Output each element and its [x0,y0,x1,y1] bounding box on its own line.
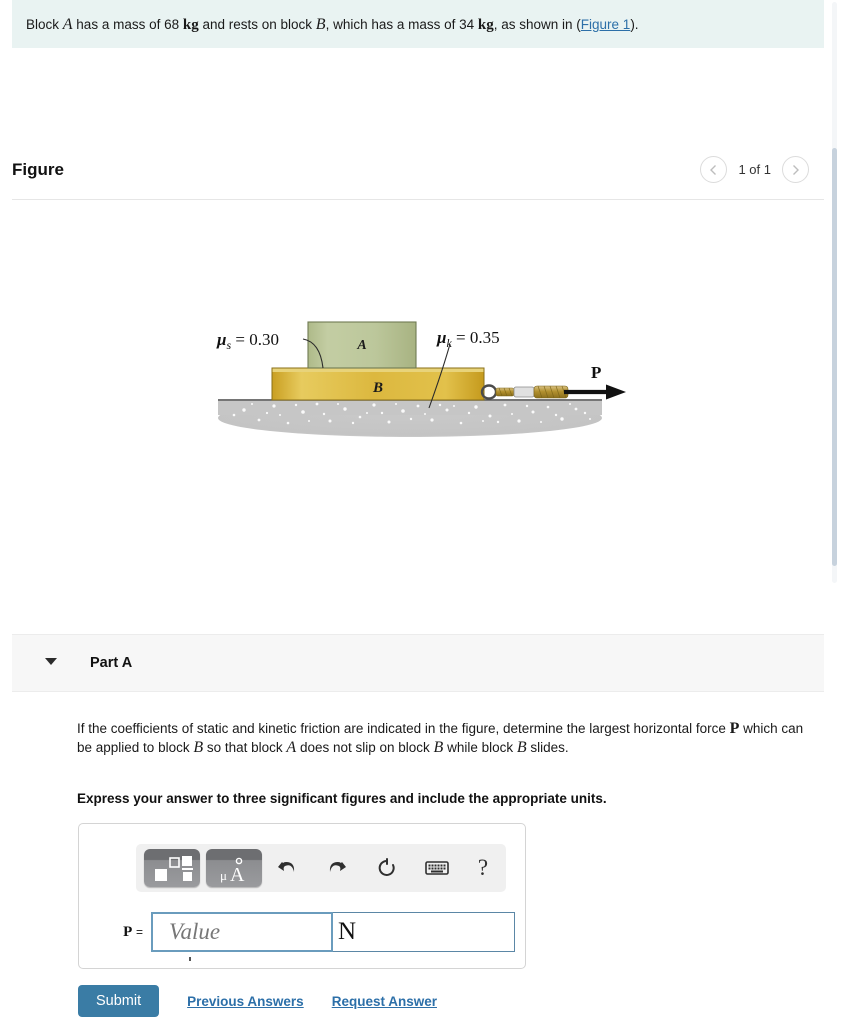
help-question-icon[interactable]: ? [468,854,498,882]
ground-gravel [218,399,602,437]
chevron-left-icon [710,164,717,175]
statement-seg-6: ). [630,17,639,32]
statement-seg-4: , which has a mass of 34 [325,17,478,32]
svg-text:A: A [230,864,245,886]
request-answer-link[interactable]: Request Answer [332,994,437,1009]
statement-seg-2: has a mass of 68 [72,17,183,32]
statement-unit-kg-2: kg [477,17,494,33]
question-seg-1: If the coefficients of static and kineti… [77,721,730,736]
math-template-glyph [155,856,193,881]
statement-seg-5: , as shown in ( [493,17,581,32]
keyboard-glyph [425,861,449,875]
math-template-icon[interactable] [144,849,200,887]
units-glyph: μ A [220,857,245,886]
undo-glyph [278,862,295,872]
text-caret [189,957,191,961]
rope-and-force-arrow [480,384,626,400]
question-var-b1: B [193,739,204,756]
keyboard-icon[interactable] [422,854,452,882]
mu-s-label: μs = 0.30 [216,330,279,352]
figure-title: Figure [12,160,64,179]
answer-unit-text: N [338,918,357,945]
statement-seg-3: and rests on block [198,17,316,32]
reset-icon[interactable] [372,854,402,882]
answer-equals-sign: = [135,924,143,939]
figure-next-button[interactable] [782,156,809,183]
figure-page-count: 1 of 1 [738,162,771,177]
block-a-label: A [356,338,366,353]
statement-var-a: A [62,16,73,33]
figure-diagram-area: B A μs = 0.30 μk = 0.35 P [12,200,824,600]
question-var-b2: B [433,739,444,756]
caret-down-icon[interactable] [45,658,57,665]
problem-statement-panel: Block A has a mass of 68 kg and rests on… [12,0,824,48]
answer-variable-label: P = [95,924,151,941]
question-seg-3: so that block [203,740,287,755]
redo-glyph [329,862,346,872]
question-seg-6: slides. [526,740,569,755]
svg-text:μ: μ [220,868,227,883]
part-a-header[interactable]: Part A [12,634,824,692]
answer-entry-panel: μ A ? P = Value N [78,823,526,969]
units-icon[interactable]: μ A [206,849,262,887]
problem-statement-text: Block A has a mass of 68 kg and rests on… [26,16,639,34]
answer-format-instruction: Express your answer to three significant… [77,791,607,806]
force-p-label: P [591,363,601,382]
figure-pager: 1 of 1 [700,156,809,183]
part-a-title: Part A [90,655,133,671]
question-seg-4: does not slip on block [296,740,434,755]
mu-k-label: μk = 0.35 [436,328,500,350]
answer-unit-input[interactable]: N [333,912,515,952]
question-text: If the coefficients of static and kineti… [77,719,817,757]
statement-seg-1: Block [26,17,63,32]
chevron-right-icon [793,164,799,175]
previous-answers-link[interactable]: Previous Answers [187,994,304,1009]
answer-variable-p: P [123,923,133,940]
statement-unit-kg-1: kg [182,17,199,33]
answer-actions-row: Submit Previous Answers Request Answer [78,985,437,1017]
figure-prev-button[interactable] [700,156,728,183]
question-var-a: A [286,739,297,756]
block-b-label: B [372,380,383,396]
answer-value-placeholder: Value [169,919,221,944]
scrollbar-thumb[interactable] [832,148,837,566]
submit-button[interactable]: Submit [78,985,160,1017]
question-var-p: P [729,720,740,737]
undo-icon[interactable] [272,854,302,882]
answer-value-input[interactable]: Value [151,912,333,952]
figure-diagram: B A μs = 0.30 μk = 0.35 P [216,321,626,437]
answer-toolbar: μ A ? [136,844,506,892]
figure-header: Figure 1 of 1 [12,152,824,194]
figure-1-link[interactable]: Figure 1 [581,17,631,32]
reset-glyph [378,858,395,876]
question-seg-5: while block [443,740,517,755]
statement-var-b: B [315,16,326,33]
question-var-b3: B [516,739,527,756]
redo-icon[interactable] [322,854,352,882]
answer-input-row: P = Value N [95,912,515,952]
